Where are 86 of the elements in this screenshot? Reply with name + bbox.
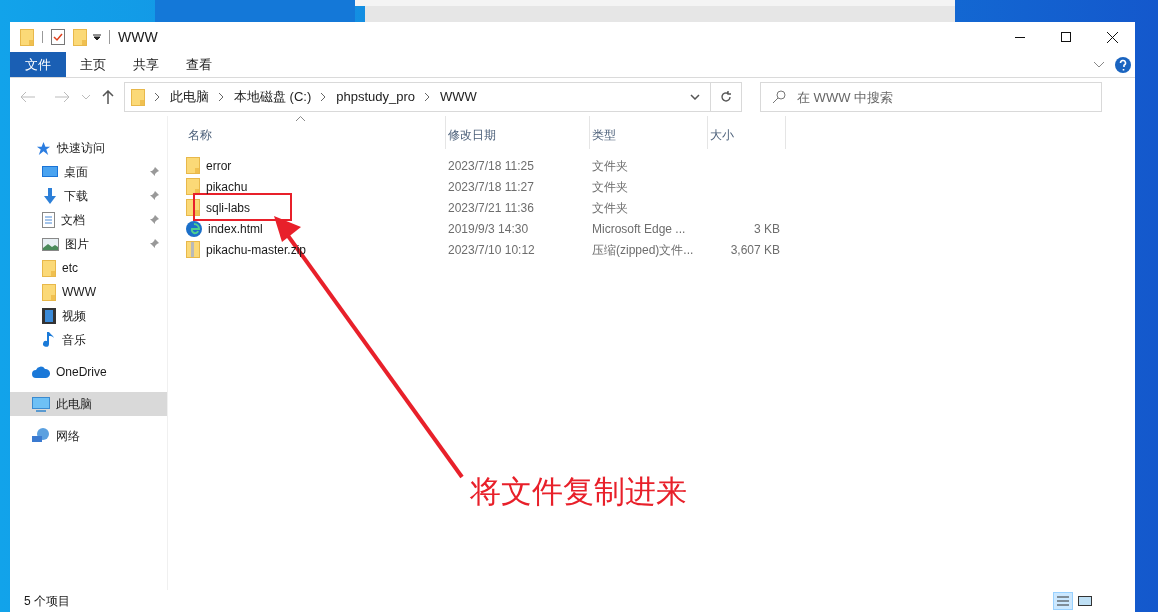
help-icon[interactable] [1115, 56, 1131, 73]
chevron-right-icon[interactable] [219, 93, 224, 101]
table-cell-text: 2019/9/3 14:30 [447, 220, 530, 238]
column-header[interactable]: 类型 [590, 116, 708, 149]
folder-icon [186, 157, 200, 174]
new-folder-icon [73, 28, 87, 46]
minimize-icon [1015, 36, 1025, 38]
chevron-down-icon[interactable] [690, 94, 700, 100]
table-cell-text: 2023/7/21 11:36 [447, 199, 535, 217]
folder-icon [20, 28, 34, 46]
folder-icon [42, 259, 56, 277]
file-name[interactable]: index.html [208, 219, 263, 238]
item-count: 5 个项目 [24, 593, 70, 610]
folder-icon [131, 88, 145, 106]
sidebar-item[interactable]: 此电脑 [10, 392, 167, 416]
search-field[interactable]: 在 WWW 中搜索 [760, 82, 1102, 112]
sidebar-item[interactable]: 下载 [10, 184, 167, 208]
up-arrow-icon[interactable] [102, 90, 114, 104]
search-icon [772, 90, 786, 104]
table-cell-text: 2023/7/18 11:25 [447, 157, 535, 175]
table-cell-text: 2023/7/10 10:12 [447, 241, 536, 259]
chevron-right-icon[interactable] [321, 93, 327, 101]
table-cell-text: 文件夹 [591, 199, 629, 217]
window-title: WWW [118, 27, 158, 47]
folder-icon [42, 283, 56, 301]
network-icon [32, 428, 50, 444]
sidebar-item[interactable]: 视频 [10, 304, 167, 328]
breadcrumb-item[interactable]: 本地磁盘 (C:) [234, 87, 312, 107]
table-cell-text: 3,607 KB [729, 241, 781, 259]
sort-caret-icon [296, 116, 305, 121]
sidebar-item[interactable]: 音乐 [10, 328, 167, 352]
chevron-right-icon[interactable] [425, 93, 431, 101]
breadcrumb-item[interactable]: 此电脑 [170, 87, 209, 107]
close-icon [1106, 31, 1118, 43]
file-name[interactable]: pikachu [206, 177, 248, 196]
ribbon-tab[interactable]: 主页 [66, 52, 119, 77]
sidebar-item[interactable]: 文档 [10, 208, 167, 232]
column-header[interactable]: 修改日期 [446, 116, 590, 149]
sidebar-item[interactable]: 网络 [10, 424, 167, 448]
chevron-down-icon[interactable] [1093, 61, 1105, 68]
table-cell-text: 文件夹 [591, 157, 629, 175]
folder-icon [186, 178, 200, 195]
annotation-text: 将文件复制进来 [470, 473, 687, 511]
list-icon [1057, 596, 1069, 606]
ribbon-tab[interactable]: 查看 [172, 52, 225, 77]
monitor-icon [32, 396, 50, 412]
caret-icon[interactable] [93, 33, 101, 41]
sidebar-item[interactable]: etc [10, 256, 167, 280]
pin-icon[interactable] [149, 167, 159, 177]
properties-icon[interactable] [51, 29, 65, 45]
thumbnail-icon [1078, 596, 1092, 606]
ribbon-tab[interactable]: 共享 [119, 52, 172, 77]
table-cell-text: 3 KB [753, 220, 781, 238]
address-bar[interactable]: 此电脑 本地磁盘 (C:) phpstudy_pro WWW [124, 82, 742, 112]
file-name[interactable]: error [206, 156, 232, 175]
image-icon [42, 237, 59, 251]
ribbon-tab[interactable]: 文件 [10, 52, 66, 77]
maximize-icon [1061, 32, 1071, 42]
breadcrumb-item[interactable]: phpstudy_pro [336, 87, 416, 107]
globe-icon [186, 220, 202, 237]
table-cell-text: Microsoft Edge ... [591, 220, 687, 238]
refresh-icon [720, 91, 732, 103]
sidebar-item[interactable]: 快速访问 [10, 136, 167, 160]
pin-icon[interactable] [149, 215, 159, 225]
film-icon [42, 308, 56, 324]
chevron-right-icon[interactable] [155, 93, 160, 101]
star-icon [36, 140, 51, 156]
column-header[interactable]: 名称 [186, 116, 446, 149]
column-header[interactable]: 大小 [708, 116, 786, 149]
file-name[interactable]: sqli-labs [206, 198, 250, 217]
sidebar-item[interactable]: 图片 [10, 232, 167, 256]
zip-folder-icon [186, 241, 200, 258]
monitor-icon [42, 165, 58, 179]
table-cell-text: 2023/7/18 11:27 [447, 178, 535, 196]
document-icon [42, 212, 55, 228]
down-arrow-icon [42, 188, 58, 204]
sidebar-item[interactable]: 桌面 [10, 160, 167, 184]
table-cell-text: 文件夹 [591, 178, 629, 196]
sidebar-item[interactable]: OneDrive [10, 360, 167, 384]
table-cell-text: 压缩(zipped)文件... [591, 241, 695, 259]
pin-icon[interactable] [149, 191, 159, 201]
cloud-icon [32, 366, 50, 378]
sidebar-item[interactable]: WWW [10, 280, 167, 304]
music-note-icon [42, 331, 56, 349]
pin-icon[interactable] [149, 239, 159, 249]
breadcrumb-item[interactable]: WWW [440, 87, 477, 107]
